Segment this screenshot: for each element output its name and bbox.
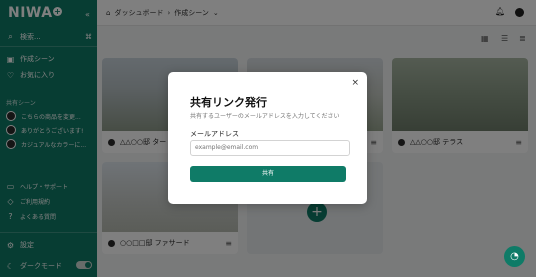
email-label: メールアドレス	[190, 130, 239, 138]
close-icon[interactable]: ×	[351, 78, 359, 88]
email-field[interactable]	[190, 140, 350, 156]
chat-fab-button[interactable]: ◔	[504, 246, 525, 267]
modal-subtitle: 共有するユーザーのメールアドレスを入力してください	[190, 113, 340, 120]
app-root: NIWA + « ⌕ 検索... ⌘ ▣ 作成シーン ♡ お気に入り 共有シーン…	[0, 0, 536, 277]
share-link-modal: × 共有リンク発行 共有するユーザーのメールアドレスを入力してください メールア…	[168, 72, 367, 204]
modal-title: 共有リンク発行	[190, 96, 267, 109]
share-button[interactable]: 共有	[190, 166, 346, 182]
